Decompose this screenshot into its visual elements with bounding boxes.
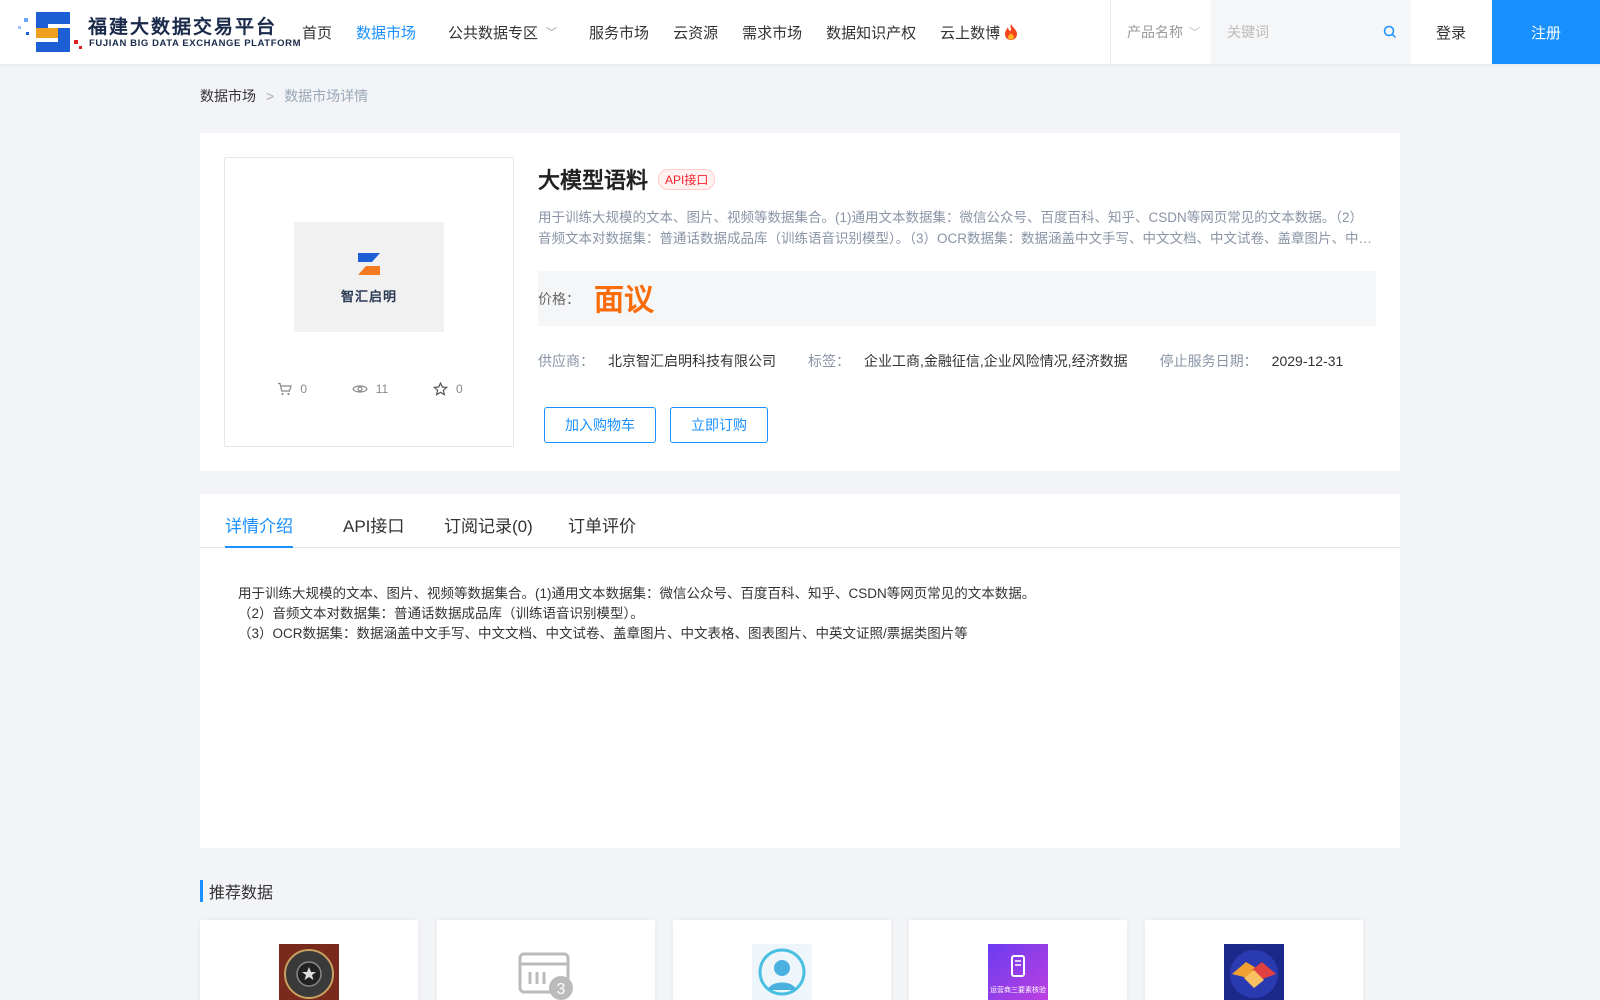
cart-count: 0	[277, 382, 307, 396]
nav-service-market[interactable]: 服务市场	[589, 22, 649, 43]
breadcrumb-data-market[interactable]: 数据市场	[200, 86, 256, 106]
recommend-card-caption: 运营商三要素核验	[990, 985, 1046, 994]
search-type-label: 产品名称	[1127, 24, 1183, 40]
nav-demand-market[interactable]: 需求市场	[742, 22, 802, 43]
recommend-card[interactable]	[1145, 920, 1363, 1000]
view-count-value: 11	[375, 382, 389, 396]
price-box: 价格： 面议	[538, 271, 1376, 326]
phone-verify-icon: 运营商三要素核验	[988, 944, 1048, 1000]
tab-subscriptions[interactable]: 订阅记录(0)	[444, 512, 533, 548]
nav-data-ip[interactable]: 数据知识产权	[826, 22, 916, 43]
favorite-count-value: 0	[455, 382, 463, 396]
tags-value: 企业工商,金融征信,企业风险情况,经济数据	[864, 353, 1128, 369]
supplier-label: 供应商：	[538, 353, 594, 369]
login-button[interactable]: 登录	[1410, 0, 1492, 64]
platform-logo[interactable]: 福建大数据交易平台 FUJIAN BIG DATA EXCHANGE PLATF…	[16, 8, 300, 56]
nav-cloud-expo[interactable]: 云上数博	[940, 22, 1019, 43]
badge-image-icon	[279, 944, 339, 1000]
nav-label: 需求市场	[742, 24, 803, 42]
stop-date-value: 2029-12-31	[1271, 353, 1344, 369]
product-description: 用于训练大规模的文本、图片、视频等数据集合。(1)通用文本数据集：微信公众号、百…	[538, 210, 1373, 246]
cart-count-value: 0	[300, 382, 308, 396]
nav-data-market[interactable]: 数据市场	[356, 22, 416, 43]
product-image-text: 智汇启明	[340, 289, 397, 304]
product-card: 智汇启明 0 11 0 大模型语料 API接口 用于训练大规模的文本、图片、视频…	[200, 133, 1400, 471]
logo-mark-icon	[18, 12, 82, 52]
eye-icon	[352, 385, 368, 393]
face-scan-icon	[752, 944, 812, 1000]
detail-tabs: 详情介绍 API接口 订阅记录(0) 订单评价	[200, 494, 1400, 548]
chevron-down-icon: ﹀	[1189, 27, 1200, 39]
top-header: 福建大数据交易平台 FUJIAN BIG DATA EXCHANGE PLATF…	[0, 0, 1600, 64]
handshake-icon	[1224, 944, 1284, 1000]
action-buttons: 加入购物车 立即订购	[544, 407, 768, 443]
search-icon[interactable]	[1382, 24, 1398, 40]
svg-text:3: 3	[557, 981, 566, 998]
star-icon	[432, 382, 448, 396]
detail-card: 详情介绍 API接口 订阅记录(0) 订单评价 用于训练大规模的文本、图片、视频…	[200, 494, 1400, 848]
view-count: 11	[352, 382, 388, 396]
breadcrumb: 数据市场 > 数据市场详情	[200, 86, 368, 106]
breadcrumb-current: 数据市场详情	[284, 88, 369, 104]
stop-date-label: 停止服务日期：	[1159, 353, 1258, 369]
nav-label: 服务市场	[589, 24, 650, 42]
cart-icon	[278, 382, 293, 396]
recommend-card[interactable]: 3	[437, 920, 655, 1000]
product-image-box: 智汇启明 0 11 0	[224, 157, 514, 447]
price-value: 面议	[594, 283, 654, 317]
product-image: 智汇启明	[294, 222, 444, 332]
brand-logo-icon	[358, 253, 380, 275]
nav-cloud-resources[interactable]: 云资源	[673, 22, 718, 43]
favorite-count[interactable]: 0	[432, 382, 463, 396]
register-button[interactable]: 注册	[1492, 0, 1600, 64]
product-info: 大模型语料 API接口 用于训练大规模的文本、图片、视频等数据集合。(1)通用文…	[538, 163, 1376, 443]
search-type-select[interactable]: 产品名称 ﹀	[1127, 22, 1200, 42]
api-tag-badge: API接口	[658, 168, 716, 190]
logo-title-cn: 福建大数据交易平台	[88, 17, 278, 38]
main-nav: 首页 数据市场 公共数据专区 ﹀ 服务市场 云资源 需求市场 数据知识产权 云上数…	[302, 0, 1043, 64]
tags-label: 标签：	[808, 353, 850, 369]
buy-now-button[interactable]: 立即订购	[670, 407, 768, 443]
product-stats: 0 11 0	[225, 382, 515, 396]
nav-label: 数据市场	[356, 24, 417, 42]
tab-api[interactable]: API接口	[343, 512, 404, 548]
breadcrumb-separator: >	[266, 88, 275, 104]
search-input[interactable]	[1211, 0, 1411, 64]
recommend-card[interactable]	[673, 920, 891, 1000]
recommend-card[interactable]: 运营商三要素核验	[909, 920, 1127, 1000]
nav-label: 云资源	[673, 24, 719, 42]
product-title: 大模型语料	[538, 168, 649, 193]
product-meta: 供应商： 北京智汇启明科技有限公司 标签： 企业工商,金融征信,企业风险情况,经…	[538, 351, 1375, 371]
search-area: 产品名称 ﹀	[1110, 0, 1411, 64]
chevron-down-icon: ﹀	[546, 27, 558, 39]
tab-reviews[interactable]: 订单评价	[568, 512, 636, 548]
price-label: 价格：	[538, 290, 580, 307]
nav-label: 数据知识产权	[826, 24, 917, 42]
nav-home[interactable]: 首页	[302, 22, 332, 43]
card-counter-icon: 3	[518, 952, 573, 1000]
supplier-value: 北京智汇启明科技有限公司	[608, 353, 776, 369]
recommend-section-title: 推荐数据	[200, 880, 273, 902]
nav-label: 公共数据专区	[448, 24, 539, 42]
detail-text: 用于训练大规模的文本、图片、视频等数据集合。(1)通用文本数据集：微信公众号、百…	[238, 586, 1036, 641]
add-to-cart-button[interactable]: 加入购物车	[544, 407, 656, 443]
nav-label: 首页	[302, 24, 333, 42]
logo-title-en: FUJIAN BIG DATA EXCHANGE PLATFORM	[89, 38, 302, 49]
fire-icon	[1005, 24, 1018, 40]
nav-label: 云上数博	[940, 24, 1001, 42]
nav-public-data[interactable]: 公共数据专区 ﹀	[448, 22, 557, 43]
tab-detail[interactable]: 详情介绍	[225, 512, 293, 548]
recommend-card[interactable]	[200, 920, 418, 1000]
